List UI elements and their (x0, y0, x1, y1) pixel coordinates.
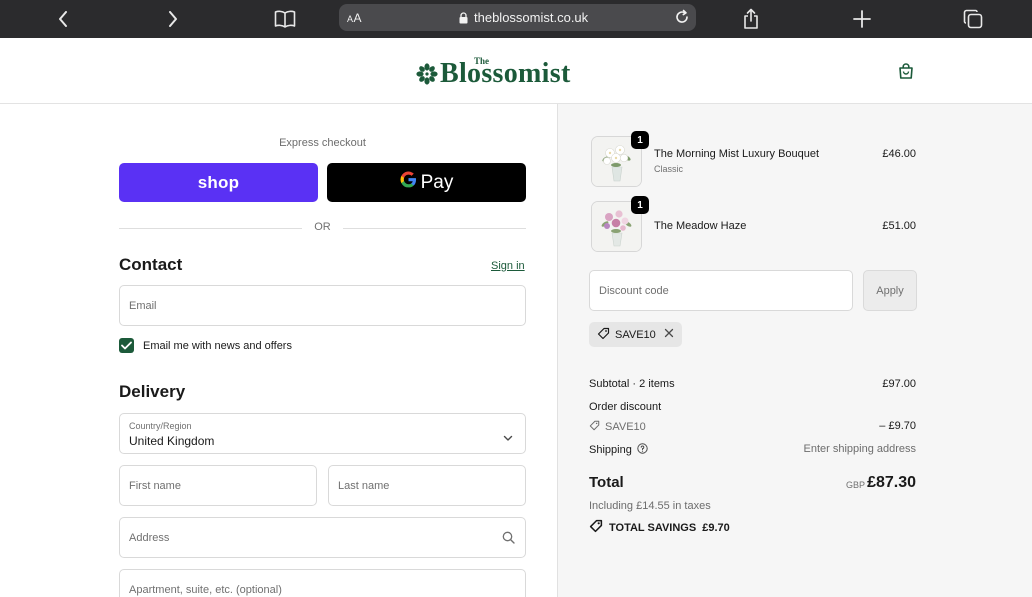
tag-icon (597, 327, 610, 343)
last-name-field[interactable]: Last name (328, 465, 526, 506)
flower-logo-icon (416, 63, 438, 90)
last-name-placeholder: Last name (338, 480, 390, 492)
site-header: The Blossomist (0, 38, 1032, 104)
shop-pay-button[interactable]: shop (119, 163, 318, 202)
first-name-placeholder: First name (129, 480, 181, 492)
or-divider: OR (119, 221, 526, 235)
country-value: United Kingdom (129, 434, 215, 448)
item-variant: Classic (654, 164, 684, 174)
email-field[interactable]: Email (119, 285, 526, 326)
order-discount-value: – £9.70 (879, 420, 916, 432)
delivery-heading: Delivery (119, 382, 186, 401)
total-savings: TOTAL SAVINGS £9.70 (589, 519, 730, 536)
browser-toolbar: AA theblossomist.co.uk (0, 0, 1032, 38)
product-thumbnail: 1 (591, 196, 649, 252)
new-tab-icon[interactable] (849, 0, 875, 38)
country-select[interactable]: Country/Region United Kingdom (119, 413, 526, 454)
chevron-down-icon (503, 429, 513, 447)
checkout-form: Express checkout shop Pay OR Contact Sig… (0, 104, 557, 597)
applied-code-label: SAVE10 (615, 328, 656, 341)
tabs-icon[interactable] (960, 0, 986, 38)
express-checkout-label: Express checkout (279, 137, 366, 149)
info-icon[interactable] (637, 443, 648, 457)
tag-icon (589, 519, 603, 536)
discount-code-text: SAVE10 (605, 421, 646, 433)
order-discount-code: SAVE10 (589, 420, 646, 434)
back-icon[interactable] (50, 0, 76, 38)
lock-icon (459, 11, 468, 29)
quantity-badge: 1 (631, 196, 649, 214)
share-icon[interactable] (738, 0, 764, 38)
contact-heading: Contact (119, 255, 183, 274)
product-thumbnail: 1 (591, 131, 649, 187)
or-label: OR (314, 221, 331, 233)
email-placeholder: Email (129, 300, 157, 312)
apply-discount-button[interactable]: Apply (863, 270, 917, 311)
tag-icon (589, 420, 600, 434)
order-discount-label: Order discount (589, 401, 662, 413)
tax-note: Including £14.55 in taxes (589, 500, 711, 512)
forward-icon[interactable] (160, 0, 186, 38)
search-icon (502, 531, 515, 549)
shipping-value: Enter shipping address (803, 443, 916, 455)
total-label: Total (589, 474, 624, 491)
address-placeholder: Address (129, 532, 170, 544)
newsletter-label: Email me with news and offers (143, 340, 292, 352)
url-text: theblossomist.co.uk (474, 10, 589, 25)
quantity-badge: 1 (631, 131, 649, 149)
checkmark-icon (121, 341, 132, 350)
remove-discount-icon[interactable] (664, 328, 674, 341)
reader-aa-button[interactable]: AA (347, 11, 362, 25)
google-g-icon (400, 171, 417, 194)
item-name: The Meadow Haze (654, 220, 747, 232)
order-summary: 1 The Morning Mist Luxury Bouquet Classi… (557, 104, 1032, 597)
item-price: £46.00 (882, 148, 916, 160)
newsletter-checkbox[interactable] (119, 338, 134, 353)
discount-code-input[interactable]: Discount code (589, 270, 853, 311)
discount-placeholder: Discount code (599, 285, 669, 297)
address-bar[interactable]: AA theblossomist.co.uk (339, 4, 696, 31)
address-field[interactable]: Address (119, 517, 526, 558)
subtotal-value: £97.00 (882, 378, 916, 390)
item-name: The Morning Mist Luxury Bouquet (654, 148, 820, 160)
subtotal-label: Subtotal · 2 items (589, 378, 675, 390)
google-pay-label: Pay (420, 171, 454, 193)
apartment-field[interactable]: Apartment, suite, etc. (optional) (119, 569, 526, 597)
shipping-row: Shipping (589, 443, 648, 457)
item-price: £51.00 (882, 220, 916, 232)
shipping-label: Shipping (589, 444, 632, 456)
savings-label: TOTAL SAVINGS (609, 521, 697, 534)
google-pay-button[interactable]: Pay (327, 163, 526, 202)
savings-value: £9.70 (702, 521, 730, 534)
first-name-field[interactable]: First name (119, 465, 317, 506)
sign-in-link[interactable]: Sign in (491, 260, 525, 272)
apartment-placeholder: Apartment, suite, etc. (optional) (129, 584, 282, 596)
reload-icon[interactable] (674, 9, 690, 30)
cart-bag-icon[interactable] (897, 62, 915, 85)
applied-discount-tag: SAVE10 (589, 322, 682, 347)
total-currency: GBP (845, 480, 865, 490)
bookmarks-icon[interactable] (272, 0, 298, 38)
logo-wordmark: Blossomist (440, 58, 571, 89)
country-field-label: Country/Region (129, 421, 192, 431)
total-value: £87.30 (867, 474, 916, 491)
